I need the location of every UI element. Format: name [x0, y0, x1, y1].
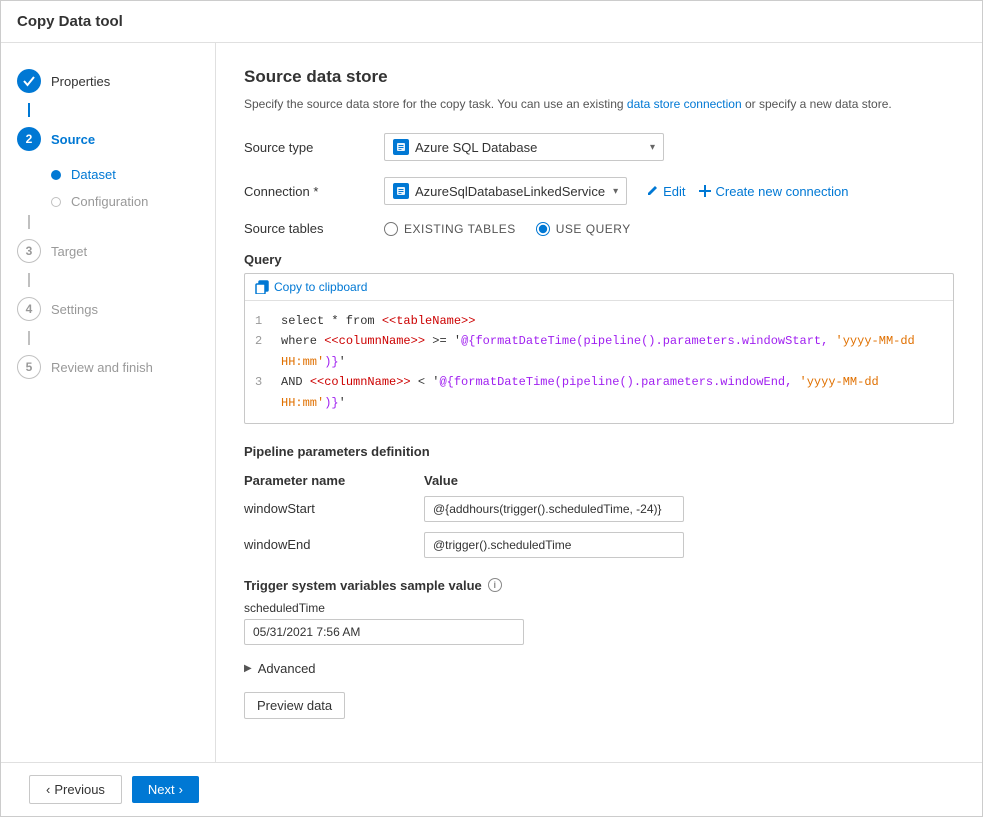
- connector-1: [28, 103, 30, 117]
- connector-3: [28, 273, 30, 287]
- scheduled-time-label: scheduledTime: [244, 601, 954, 615]
- sidebar-item-properties[interactable]: Properties: [1, 59, 215, 103]
- params-section: Pipeline parameters definition Parameter…: [244, 444, 954, 558]
- section-title: Source data store: [244, 67, 954, 87]
- connector-4: [28, 331, 30, 345]
- connection-row: Connection * AzureSqlDatabaseLinkedServi…: [244, 177, 954, 205]
- query-code[interactable]: 1 select * from <<tableName>> 2 where <<…: [245, 301, 953, 423]
- existing-tables-radio[interactable]: [384, 222, 398, 236]
- dataset-dot: [51, 170, 61, 180]
- sidebar-sub-item-dataset[interactable]: Dataset: [1, 161, 215, 188]
- sidebar-label-settings: Settings: [51, 302, 98, 317]
- params-title: Pipeline parameters definition: [244, 444, 954, 459]
- connection-value: AzureSqlDatabaseLinkedService: [415, 184, 605, 199]
- existing-tables-label[interactable]: EXISTING TABLES: [404, 222, 516, 236]
- source-tables-field: EXISTING TABLES USE QUERY: [384, 222, 954, 236]
- connection-dropdown[interactable]: AzureSqlDatabaseLinkedService ▾: [384, 177, 627, 205]
- sidebar-label-properties: Properties: [51, 74, 110, 89]
- previous-button[interactable]: ‹ Previous: [29, 775, 122, 804]
- param-name-header: Parameter name: [244, 473, 424, 488]
- sidebar-item-settings[interactable]: 4 Settings: [1, 287, 215, 331]
- sidebar: Properties 2 Source Dataset Configuratio…: [1, 43, 216, 762]
- preview-data-button[interactable]: Preview data: [244, 692, 345, 719]
- param-row-windowstart: windowStart: [244, 496, 954, 522]
- next-chevron: ›: [179, 782, 183, 797]
- prev-chevron: ‹: [46, 782, 50, 797]
- data-store-link[interactable]: data store connection: [627, 97, 742, 111]
- sidebar-sub-label-configuration: Configuration: [71, 194, 148, 209]
- section-desc: Specify the source data store for the co…: [244, 95, 954, 113]
- scheduled-time-input[interactable]: [244, 619, 524, 645]
- connection-field: AzureSqlDatabaseLinkedService ▾ Edit Cre…: [384, 177, 954, 205]
- params-header: Parameter name Value: [244, 469, 954, 492]
- source-type-field: Azure SQL Database ▾: [384, 133, 954, 161]
- use-query-radio[interactable]: [536, 222, 550, 236]
- source-type-row: Source type Azure SQL Database ▾: [244, 133, 954, 161]
- advanced-label: Advanced: [258, 661, 316, 676]
- edit-link[interactable]: Edit: [645, 184, 685, 199]
- source-tables-radio-group: EXISTING TABLES USE QUERY: [384, 222, 954, 236]
- source-type-dropdown[interactable]: Azure SQL Database ▾: [384, 133, 664, 161]
- step-indicator-settings: 4: [17, 297, 41, 321]
- connection-label: Connection *: [244, 184, 384, 199]
- param-value-windowstart[interactable]: [424, 496, 684, 522]
- connector-2: [28, 215, 30, 229]
- use-query-label[interactable]: USE QUERY: [556, 222, 631, 236]
- step-indicator-review: 5: [17, 355, 41, 379]
- sidebar-sub-label-dataset: Dataset: [71, 167, 116, 182]
- code-line-3: 3 AND <<columnName>> < '@{formatDateTime…: [255, 372, 943, 413]
- query-label: Query: [244, 252, 954, 267]
- sidebar-label-target: Target: [51, 244, 87, 259]
- query-section: Query Copy to clipboard 1 select * from …: [244, 252, 954, 424]
- connection-chevron: ▾: [613, 186, 618, 197]
- sidebar-sub-item-configuration[interactable]: Configuration: [1, 188, 215, 215]
- azure-sql-icon: [393, 139, 409, 155]
- source-type-chevron: ▾: [650, 142, 655, 153]
- connection-icon: [393, 183, 409, 199]
- source-tables-label: Source tables: [244, 221, 384, 236]
- step-indicator-source: 2: [17, 127, 41, 151]
- next-button[interactable]: Next ›: [132, 776, 199, 803]
- advanced-section: ▶ Advanced: [244, 661, 954, 676]
- app-title: Copy Data tool: [17, 13, 123, 30]
- config-dot: [51, 197, 61, 207]
- connection-actions: Edit Create new connection: [645, 184, 848, 199]
- query-box: Copy to clipboard 1 select * from <<tabl…: [244, 273, 954, 424]
- param-name-windowstart: windowStart: [244, 501, 424, 516]
- param-value-windowend[interactable]: [424, 532, 684, 558]
- sidebar-item-source[interactable]: 2 Source: [1, 117, 215, 161]
- sidebar-item-target[interactable]: 3 Target: [1, 229, 215, 273]
- connection-row-inner: AzureSqlDatabaseLinkedService ▾ Edit Cre…: [384, 177, 954, 205]
- sidebar-label-source: Source: [51, 132, 95, 147]
- params-table: Parameter name Value windowStart windowE…: [244, 469, 954, 558]
- app-container: Copy Data tool Properties 2 Source Datas…: [1, 1, 982, 816]
- param-row-windowend: windowEnd: [244, 532, 954, 558]
- trigger-section: Trigger system variables sample value i …: [244, 578, 954, 645]
- step-indicator-properties: [17, 69, 41, 93]
- info-icon[interactable]: i: [488, 578, 502, 592]
- sidebar-item-review[interactable]: 5 Review and finish: [1, 345, 215, 389]
- footer: ‹ Previous Next ›: [1, 762, 982, 816]
- sidebar-label-review: Review and finish: [51, 360, 153, 375]
- copy-label: Copy to clipboard: [274, 280, 367, 294]
- source-type-label: Source type: [244, 140, 384, 155]
- create-new-connection-link[interactable]: Create new connection: [698, 184, 849, 199]
- trigger-title: Trigger system variables sample value i: [244, 578, 954, 593]
- advanced-chevron: ▶: [244, 663, 252, 674]
- radio-use-query[interactable]: USE QUERY: [536, 222, 631, 236]
- advanced-toggle[interactable]: ▶ Advanced: [244, 661, 954, 676]
- param-value-header: Value: [424, 473, 458, 488]
- code-line-2: 2 where <<columnName>> >= '@{formatDateT…: [255, 331, 943, 372]
- content-area: Source data store Specify the source dat…: [216, 43, 982, 762]
- param-name-windowend: windowEnd: [244, 537, 424, 552]
- title-bar: Copy Data tool: [1, 1, 982, 43]
- query-toolbar: Copy to clipboard: [245, 274, 953, 301]
- source-type-value: Azure SQL Database: [415, 140, 642, 155]
- step-indicator-target: 3: [17, 239, 41, 263]
- radio-existing-tables[interactable]: EXISTING TABLES: [384, 222, 516, 236]
- main-layout: Properties 2 Source Dataset Configuratio…: [1, 43, 982, 762]
- code-line-1: 1 select * from <<tableName>>: [255, 311, 943, 331]
- source-tables-row: Source tables EXISTING TABLES USE QUERY: [244, 221, 954, 236]
- copy-to-clipboard-button[interactable]: Copy to clipboard: [255, 280, 367, 294]
